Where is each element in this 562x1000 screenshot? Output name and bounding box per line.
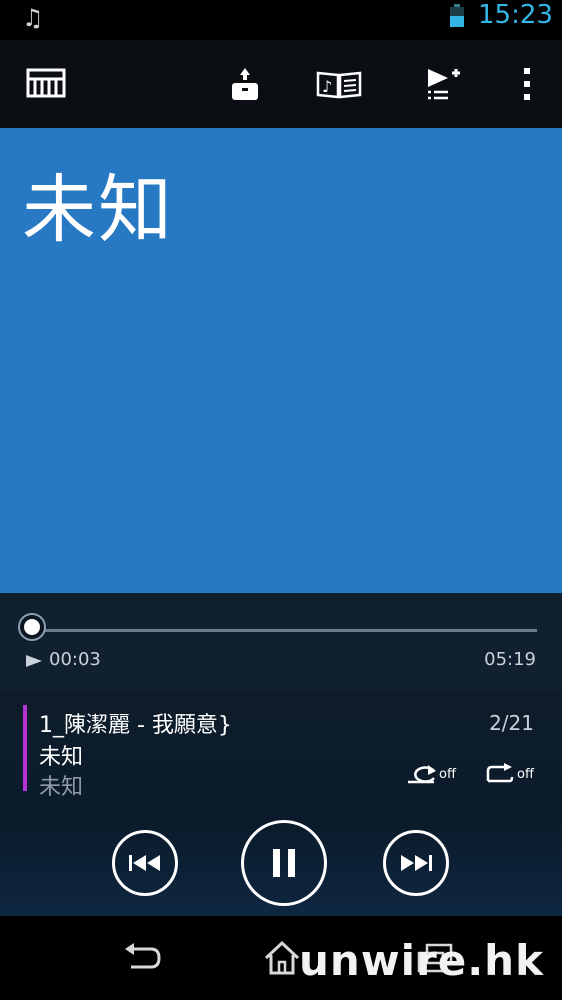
album-art: 未知: [0, 128, 562, 593]
seek-handle[interactable]: [18, 613, 46, 641]
progress-panel: 00:03 05:19: [0, 593, 562, 691]
status-time: 15:23: [478, 0, 553, 30]
toolbar: ♪: [0, 40, 562, 128]
music-note-icon: ♫: [22, 4, 44, 32]
repeat-label: off: [517, 766, 534, 782]
current-time: 00:03: [49, 649, 101, 670]
accent-bar: [23, 705, 27, 791]
song-title: 1_陳潔麗 - 我願意}: [39, 713, 232, 738]
shuffle-toggle[interactable]: off: [406, 763, 456, 785]
share-button[interactable]: [210, 40, 280, 128]
back-icon: [125, 943, 161, 969]
track-position: 2/21: [489, 711, 534, 735]
repeat-icon: [486, 763, 514, 783]
skip-next-icon: [401, 855, 432, 871]
artist-name: 未知: [39, 775, 84, 800]
total-time: 05:19: [484, 649, 536, 670]
previous-button[interactable]: [112, 830, 178, 896]
library-button[interactable]: [11, 40, 81, 128]
lyrics-icon: ♪: [316, 71, 362, 99]
pause-button[interactable]: [241, 820, 327, 906]
library-icon: [26, 68, 66, 98]
battery-icon: [450, 4, 464, 27]
now-playing-panel: 1_陳潔麗 - 我願意} 2/21 未知 未知 off off: [0, 691, 562, 916]
navigation-bar: unwire.hk: [0, 916, 562, 1000]
playlist-add-icon: [428, 69, 460, 100]
pause-icon: [273, 849, 295, 877]
more-vert-icon: [524, 68, 530, 100]
share-icon: [232, 68, 258, 100]
skip-previous-icon: [129, 855, 160, 871]
lyrics-button[interactable]: ♪: [304, 40, 374, 128]
seek-bar[interactable]: [33, 629, 537, 632]
back-button[interactable]: [112, 916, 172, 1000]
repeat-toggle[interactable]: off: [484, 763, 534, 785]
shuffle-label: off: [439, 766, 456, 782]
home-icon: [264, 940, 300, 975]
album-art-title: 未知: [22, 167, 174, 253]
album-name: 未知: [39, 745, 84, 770]
add-to-playlist-button[interactable]: [408, 40, 478, 128]
watermark: unwire.hk: [299, 936, 544, 985]
play-indicator-icon: [26, 655, 42, 667]
status-bar: ♫ 15:23: [0, 0, 562, 40]
svg-text:♪: ♪: [322, 77, 332, 96]
overflow-menu-button[interactable]: [492, 40, 562, 128]
next-button[interactable]: [383, 830, 449, 896]
shuffle-icon: [408, 765, 436, 784]
